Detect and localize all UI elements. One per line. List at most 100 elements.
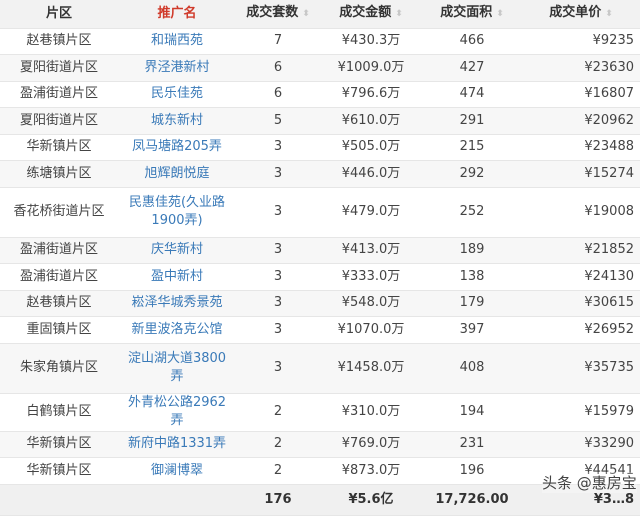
table-row: 赵巷镇片区 崧泽华城秀景苑 3 ¥548.0万 179 ¥30615 xyxy=(0,290,640,317)
cell-amount: ¥479.0万 xyxy=(320,187,422,238)
cell-count: 3 xyxy=(236,187,320,238)
cell-count: 6 xyxy=(236,81,320,108)
cell-project-name[interactable]: 旭辉朗悦庭 xyxy=(118,160,236,188)
sort-icon[interactable]: ⬍ xyxy=(496,9,504,19)
cell-project-name[interactable]: 民惠佳苑(久业路1900弄) xyxy=(118,187,236,238)
cell-unit-price: ¥16807 xyxy=(522,81,640,108)
cell-area: 397 xyxy=(422,316,522,344)
sort-icon[interactable]: ⬍ xyxy=(395,9,403,19)
cell-district: 华新镇片区 xyxy=(0,457,118,485)
table-row: 盈浦街道片区 民乐佳苑 6 ¥796.6万 474 ¥16807 xyxy=(0,81,640,108)
cell-area: 189 xyxy=(422,237,522,264)
cell-area: 291 xyxy=(422,107,522,135)
cell-project-name[interactable]: 和瑞西苑 xyxy=(118,28,236,55)
table-row: 赵巷镇片区 和瑞西苑 7 ¥430.3万 466 ¥9235 xyxy=(0,28,640,55)
header-area[interactable]: 成交面积 ⬍ xyxy=(422,0,522,29)
cell-amount: ¥310.0万 xyxy=(320,393,422,432)
cell-unit-price: ¥26952 xyxy=(522,316,640,344)
cell-amount: ¥333.0万 xyxy=(320,263,422,291)
cell-amount: ¥1009.0万 xyxy=(320,54,422,82)
transactions-table: 片区 推广名 成交套数 ⬍ 成交金额 ⬍ 成交面积 ⬍ 成交单价 ⬍ 赵巷镇片区 和瑞西苑… xyxy=(0,0,640,516)
table-row: 夏阳街道片区 城东新村 5 ¥610.0万 291 ¥20962 xyxy=(0,107,640,135)
cell-project-name[interactable]: 城东新村 xyxy=(118,107,236,135)
cell-amount: ¥413.0万 xyxy=(320,237,422,264)
sort-icon[interactable]: ⬍ xyxy=(605,9,613,19)
cell-count: 3 xyxy=(236,343,320,394)
cell-unit-price: ¥24130 xyxy=(522,263,640,291)
cell-project-name[interactable]: 盈中新村 xyxy=(118,263,236,291)
cell-count: 3 xyxy=(236,263,320,291)
cell-district: 华新镇片区 xyxy=(0,134,118,161)
cell-area: 138 xyxy=(422,263,522,291)
cell-amount: ¥873.0万 xyxy=(320,457,422,485)
cell-count: 2 xyxy=(236,393,320,432)
cell-amount: ¥430.3万 xyxy=(320,28,422,55)
table-row: 香花桥街道片区 民惠佳苑(久业路1900弄) 3 ¥479.0万 252 ¥19008 xyxy=(0,187,640,238)
watermark: 头条 @惠房宝 xyxy=(542,472,637,493)
cell-count: 3 xyxy=(236,290,320,317)
cell-district: 夏阳街道片区 xyxy=(0,107,118,135)
table-row: 盈浦街道片区 庆华新村 3 ¥413.0万 189 ¥21852 xyxy=(0,237,640,264)
cell-district: 朱家角镇片区 xyxy=(0,343,118,394)
header-unit-price[interactable]: 成交单价 ⬍ xyxy=(522,0,640,29)
cell-district: 赵巷镇片区 xyxy=(0,28,118,55)
cell-unit-price: ¥15274 xyxy=(522,160,640,188)
cell-district: 重固镇片区 xyxy=(0,316,118,344)
header-district: 片区 xyxy=(0,0,118,29)
cell-project-name[interactable]: 崧泽华城秀景苑 xyxy=(118,290,236,317)
cell-count: 5 xyxy=(236,107,320,135)
cell-project-name[interactable]: 新府中路1331弄 xyxy=(118,431,236,458)
cell-unit-price: ¥20962 xyxy=(522,107,640,135)
cell-area: 194 xyxy=(422,393,522,432)
cell-unit-price: ¥30615 xyxy=(522,290,640,317)
cell-area: 196 xyxy=(422,457,522,485)
header-project-name[interactable]: 推广名 xyxy=(118,0,236,29)
cell-count: 2 xyxy=(236,457,320,485)
cell-amount: ¥1458.0万 xyxy=(320,343,422,394)
sort-icon[interactable]: ⬍ xyxy=(302,9,310,19)
cell-area: 474 xyxy=(422,81,522,108)
cell-project-name[interactable]: 御澜博翠 xyxy=(118,457,236,485)
cell-amount: ¥610.0万 xyxy=(320,107,422,135)
cell-amount: ¥796.6万 xyxy=(320,81,422,108)
table-row: 华新镇片区 新府中路1331弄 2 ¥769.0万 231 ¥33290 xyxy=(0,431,640,458)
cell-project-name[interactable]: 凤马塘路205弄 xyxy=(118,134,236,161)
cell-count: 3 xyxy=(236,237,320,264)
cell-area: 215 xyxy=(422,134,522,161)
cell-area: 292 xyxy=(422,160,522,188)
cell-area: 231 xyxy=(422,431,522,458)
table-row: 华新镇片区 凤马塘路205弄 3 ¥505.0万 215 ¥23488 xyxy=(0,134,640,161)
cell-count: 3 xyxy=(236,134,320,161)
table-row: 盈浦街道片区 盈中新村 3 ¥333.0万 138 ¥24130 xyxy=(0,263,640,291)
cell-area: 252 xyxy=(422,187,522,238)
header-count[interactable]: 成交套数 ⬍ xyxy=(236,0,320,29)
cell-project-name[interactable]: 民乐佳苑 xyxy=(118,81,236,108)
cell-project-name[interactable]: 新里波洛克公馆 xyxy=(118,316,236,344)
cell-project-name[interactable]: 外青松公路2962弄 xyxy=(118,393,236,432)
cell-project-name[interactable]: 淀山湖大道3800弄 xyxy=(118,343,236,394)
cell-district: 盈浦街道片区 xyxy=(0,237,118,264)
cell-project-name[interactable]: 界泾港新村 xyxy=(118,54,236,82)
cell-amount: ¥1070.0万 xyxy=(320,316,422,344)
cell-unit-price: ¥23630 xyxy=(522,54,640,82)
table-row: 夏阳街道片区 界泾港新村 6 ¥1009.0万 427 ¥23630 xyxy=(0,54,640,82)
cell-unit-price: ¥9235 xyxy=(522,28,640,55)
cell-count: 3 xyxy=(236,160,320,188)
cell-count: 6 xyxy=(236,54,320,82)
cell-amount: ¥446.0万 xyxy=(320,160,422,188)
cell-project-name[interactable]: 庆华新村 xyxy=(118,237,236,264)
table-row: 白鹤镇片区 外青松公路2962弄 2 ¥310.0万 194 ¥15979 xyxy=(0,393,640,432)
cell-count: 7 xyxy=(236,28,320,55)
cell-unit-price: ¥33290 xyxy=(522,431,640,458)
cell-area: 466 xyxy=(422,28,522,55)
table-row: 朱家角镇片区 淀山湖大道3800弄 3 ¥1458.0万 408 ¥35735 xyxy=(0,343,640,394)
cell-district: 夏阳街道片区 xyxy=(0,54,118,82)
cell-area: 179 xyxy=(422,290,522,317)
cell-count: 3 xyxy=(236,316,320,344)
cell-unit-price: ¥21852 xyxy=(522,237,640,264)
cell-unit-price: ¥35735 xyxy=(522,343,640,394)
cell-unit-price: ¥15979 xyxy=(522,393,640,432)
cell-district: 盈浦街道片区 xyxy=(0,81,118,108)
header-amount[interactable]: 成交金额 ⬍ xyxy=(320,0,422,29)
cell-amount: ¥769.0万 xyxy=(320,431,422,458)
